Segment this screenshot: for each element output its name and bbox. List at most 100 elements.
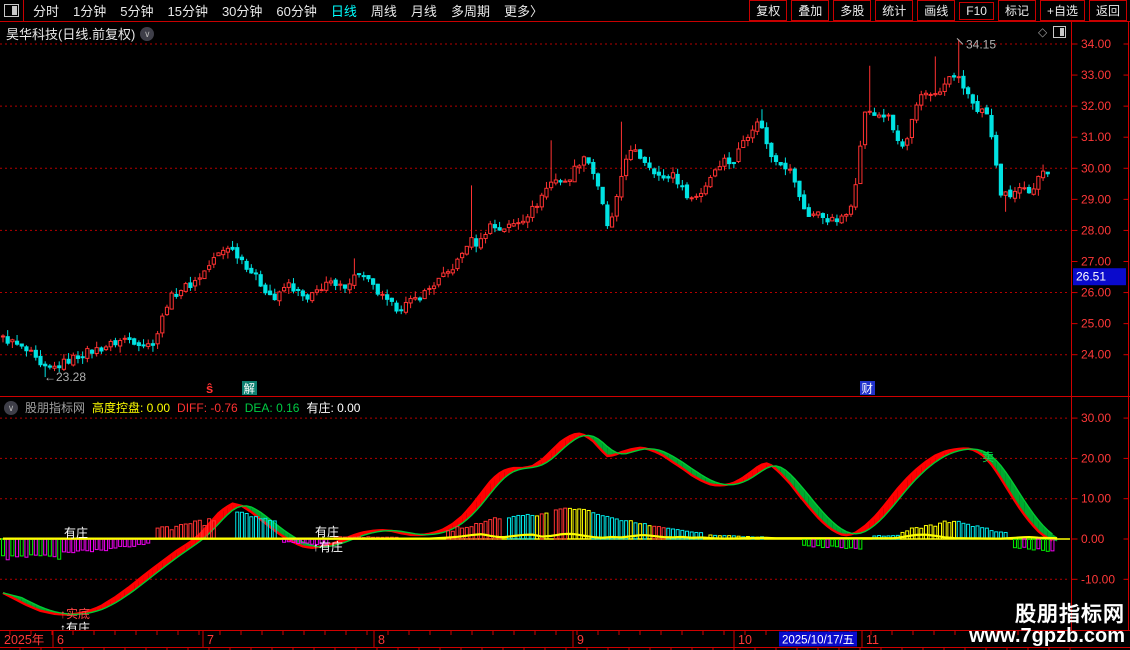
candle[interactable] [638,149,643,159]
window-layout-icon[interactable] [4,4,19,17]
indicator-panel-chart[interactable]: 有庄 有庄↑有庄↑实底↑有庄卖30.0020.0010.000.00-10.00 [0,397,1130,630]
toolbar-action-4[interactable]: 画线 [917,0,956,21]
candle[interactable] [820,213,825,218]
candle[interactable] [614,195,619,217]
candle[interactable] [563,180,568,183]
candle[interactable] [909,118,914,139]
candle[interactable] [14,340,20,345]
candle[interactable] [886,114,891,117]
candle[interactable] [511,223,516,227]
candle[interactable] [581,156,587,166]
main-candlestick-chart[interactable]: 34.00 33.00 32.00 31.00 30.00 29.00 28.00 27.00… [0,22,1130,397]
candle[interactable] [825,218,830,223]
candle[interactable] [291,283,296,292]
candle[interactable] [75,355,81,359]
candle[interactable] [525,216,530,223]
candle[interactable] [136,342,141,346]
candle[interactable] [272,293,277,301]
candle[interactable] [408,298,413,304]
candle[interactable] [848,205,854,215]
candle[interactable] [0,335,6,338]
candle[interactable] [399,309,404,312]
candle[interactable] [539,194,544,208]
diamond-icon[interactable]: ◇ [1038,25,1047,39]
candle[interactable] [680,185,685,188]
candle[interactable] [202,270,207,280]
candle[interactable] [211,257,216,265]
candle[interactable] [1026,187,1032,194]
candle[interactable] [792,168,797,183]
candle[interactable] [1036,175,1041,190]
candle[interactable] [731,162,736,165]
candle[interactable] [600,186,605,205]
candle[interactable] [567,179,572,182]
candle[interactable] [891,114,896,131]
candle[interactable] [483,233,488,239]
candle[interactable] [698,192,704,197]
candle[interactable] [834,218,840,223]
candle[interactable] [263,284,268,294]
candle[interactable] [352,274,357,286]
candle[interactable] [830,216,835,222]
candle[interactable] [460,252,465,259]
candle[interactable] [1031,188,1036,195]
candle[interactable] [38,355,43,366]
candle[interactable] [572,165,577,183]
period-tab-2[interactable]: 5分钟 [113,1,160,20]
toolbar-action-6[interactable]: 标记 [997,0,1036,21]
candle[interactable] [1003,191,1008,196]
candle[interactable] [230,246,235,250]
candle[interactable] [99,347,104,352]
candle[interactable] [380,293,385,296]
candle[interactable] [375,283,380,295]
candle[interactable] [118,339,123,347]
candle[interactable] [178,290,184,297]
candle[interactable] [324,281,329,291]
candle[interactable] [764,127,769,145]
candle[interactable] [492,224,498,229]
candle[interactable] [29,349,34,352]
candle[interactable] [342,284,348,289]
candle[interactable] [628,149,633,160]
candle[interactable] [633,149,638,152]
candle[interactable] [66,358,71,364]
candle[interactable] [478,238,483,249]
candle[interactable] [371,278,376,285]
candle[interactable] [675,173,680,185]
candle[interactable] [431,285,437,290]
candle[interactable] [933,93,938,96]
period-tab-5[interactable]: 60分钟 [269,1,323,20]
toolbar-action-5[interactable]: F10 [959,1,994,20]
candle[interactable] [670,172,676,179]
candle[interactable] [216,252,221,257]
candle[interactable] [450,269,455,274]
candle[interactable] [488,223,493,234]
candle[interactable] [356,273,362,276]
candle[interactable] [544,187,549,198]
candle[interactable] [858,145,863,185]
candle[interactable] [661,175,666,179]
candle[interactable] [122,337,127,340]
candle[interactable] [520,220,526,224]
candle[interactable] [530,205,535,218]
toolbar-action-2[interactable]: 多股 [833,0,872,21]
candle[interactable] [989,115,994,138]
timeline-axis[interactable]: 2025年 6 7 8 9 10 11 2025/10/17/五 [0,630,1130,650]
candle[interactable] [249,267,254,274]
candle[interactable] [497,227,502,231]
candle[interactable] [684,184,690,199]
period-tab-9[interactable]: 多周期 [444,1,497,20]
candle[interactable] [609,216,615,228]
candle[interactable] [1045,171,1050,175]
candle[interactable] [806,207,811,217]
candle[interactable] [595,173,601,187]
candle[interactable] [797,180,802,198]
candle[interactable] [347,283,352,291]
candle[interactable] [642,156,647,163]
candle[interactable] [427,287,432,290]
candle[interactable] [534,205,540,208]
period-tab-6[interactable]: 日线 [324,1,364,20]
candle[interactable] [647,162,652,168]
candle[interactable] [755,121,760,132]
toolbar-action-0[interactable]: 复权 [749,0,788,21]
